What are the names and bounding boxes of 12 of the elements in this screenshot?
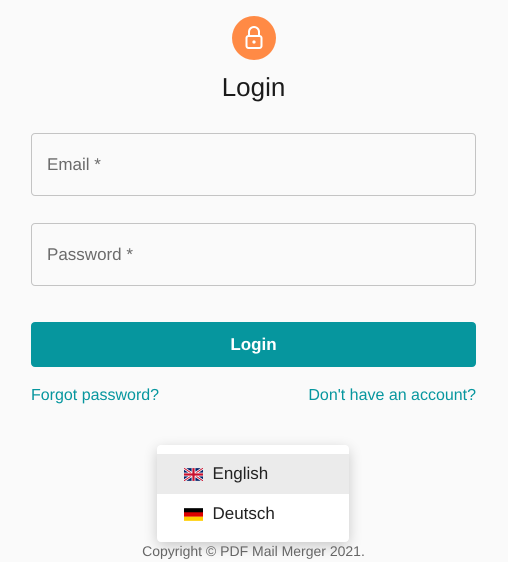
flag-icon (184, 468, 204, 480)
email-field[interactable]: Email * (31, 133, 476, 196)
forgot-password-link[interactable]: Forgot password? (31, 387, 160, 405)
password-field[interactable]: Password * (31, 223, 476, 286)
language-option[interactable]: English (157, 454, 350, 494)
copyright-text: Copyright © PDF Mail Merger 2021. (142, 543, 365, 559)
flag-icon (184, 508, 204, 520)
login-button[interactable]: Login (31, 322, 476, 367)
page-title: Login (222, 72, 286, 103)
language-option[interactable]: Deutsch (157, 494, 350, 534)
lock-icon (232, 16, 276, 60)
sign-up-link[interactable]: Don't have an account? (308, 387, 476, 405)
